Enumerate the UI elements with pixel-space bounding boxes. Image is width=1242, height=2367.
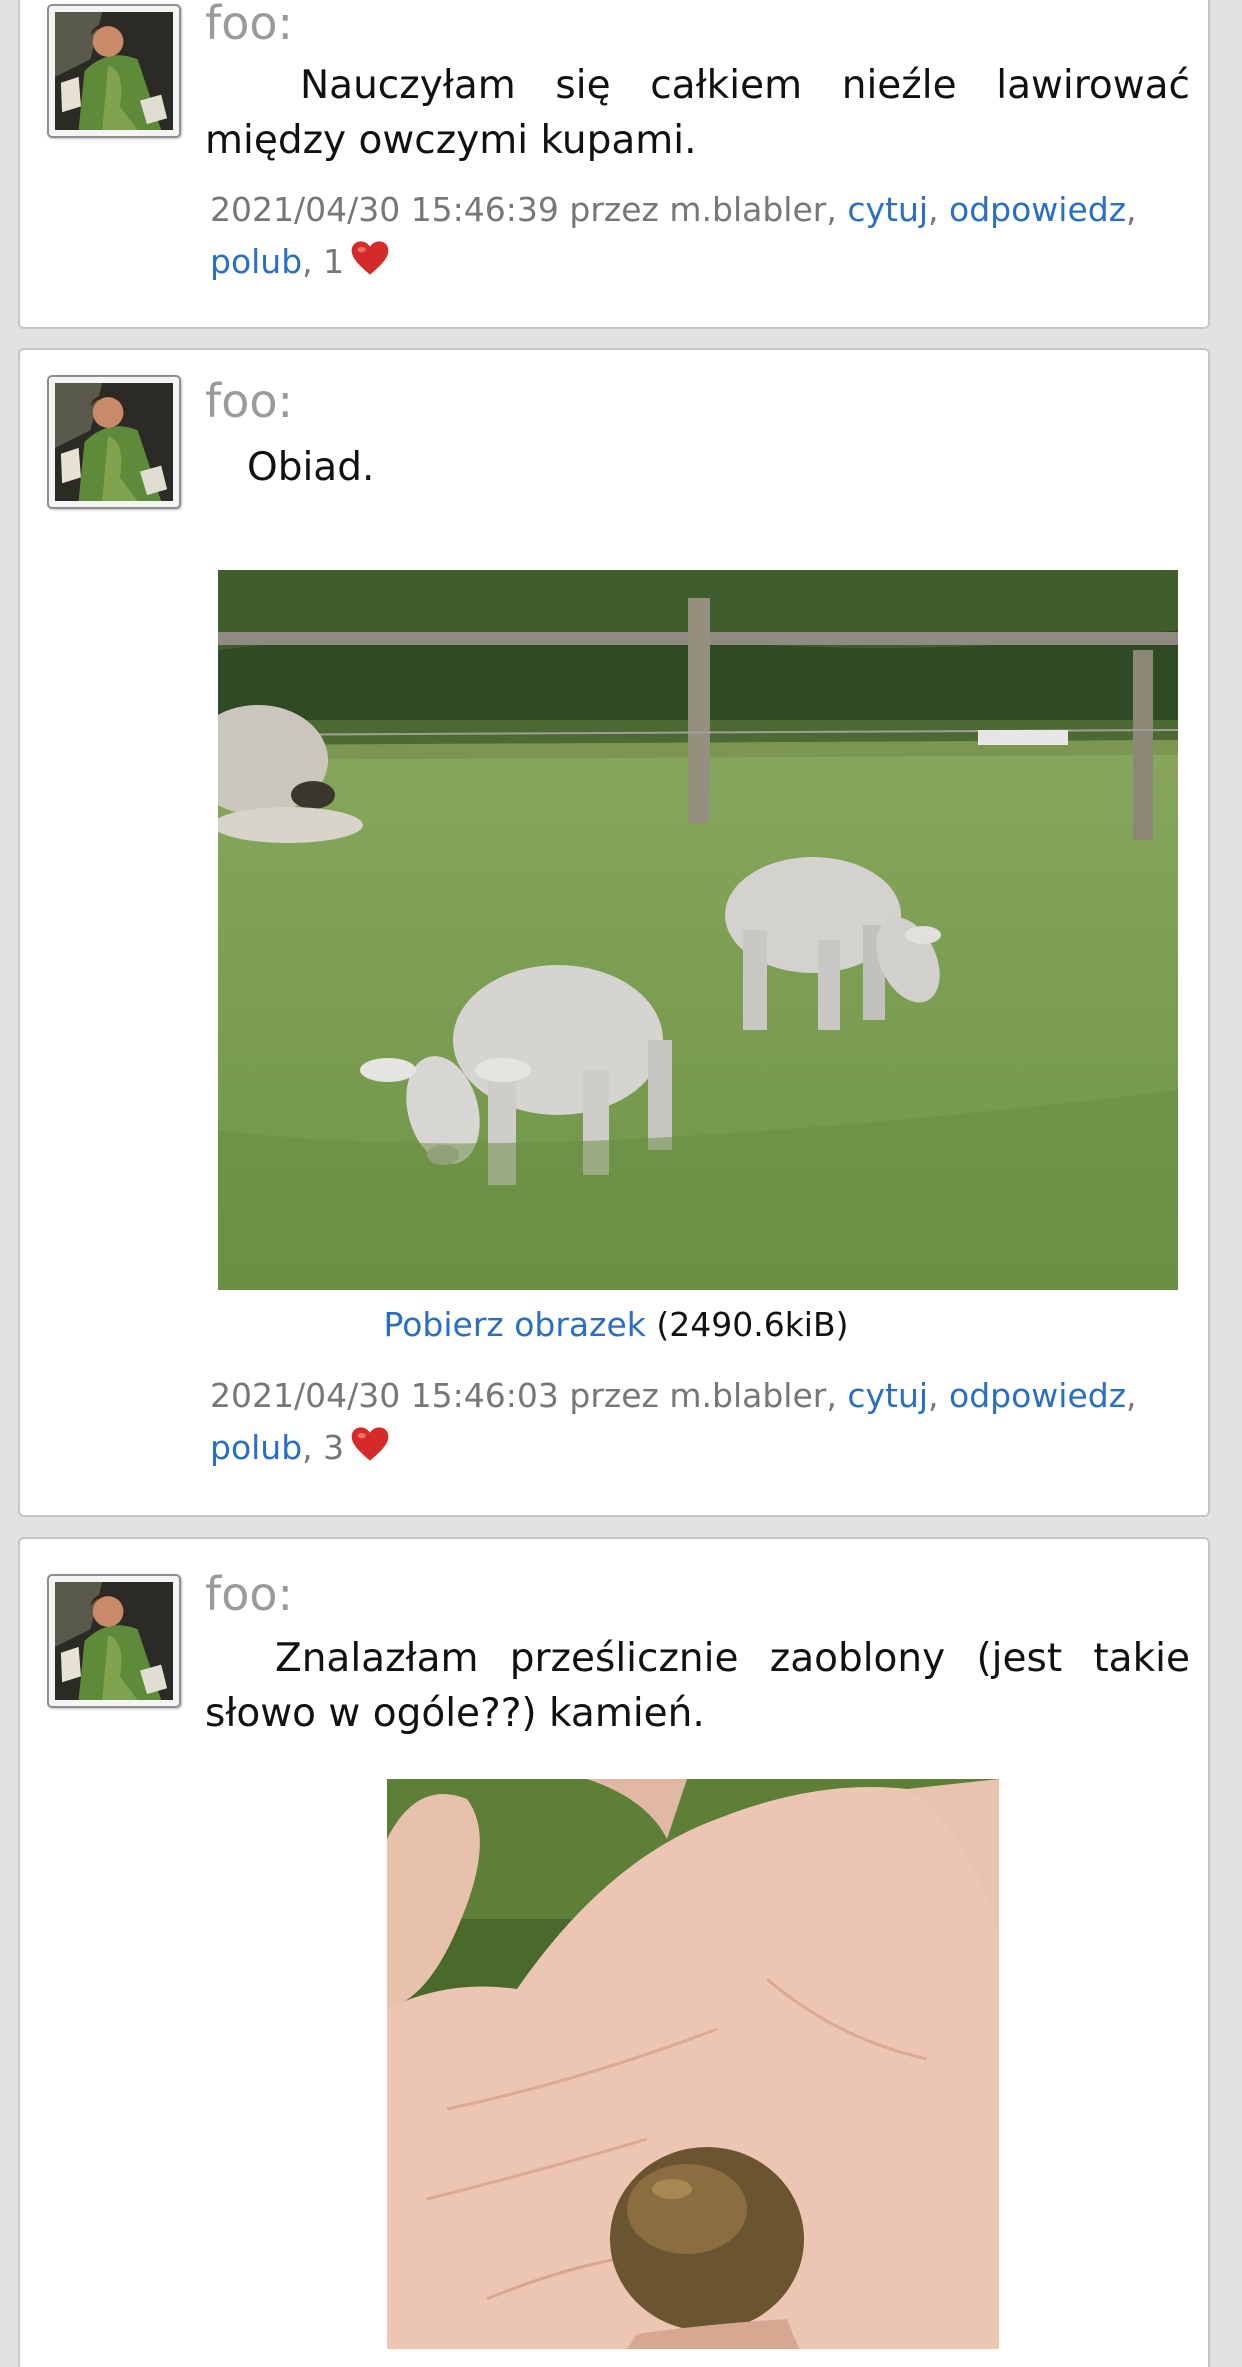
like-link[interactable]: polub: [210, 1428, 302, 1467]
post-username: m.blabler: [669, 1376, 827, 1415]
post-text: Znalazłam prześlicznie zaoblony (jest ta…: [205, 1636, 1190, 1736]
post-username: m.blabler: [669, 190, 827, 229]
heart-icon: [351, 241, 389, 275]
reply-link[interactable]: odpowiedz: [949, 1376, 1126, 1415]
post-author: foo:: [205, 374, 293, 428]
avatar[interactable]: [47, 375, 181, 509]
photo-stone[interactable]: [387, 1779, 999, 2349]
avatar-image: [55, 1582, 173, 1700]
post-text: Obiad.: [247, 445, 375, 490]
by-label: przez: [569, 1376, 659, 1415]
photo-lambs[interactable]: [218, 570, 1178, 1290]
post-author: foo:: [205, 0, 293, 50]
post-card: foo: Nauczyłam się całkiem nieźle lawiro…: [18, 0, 1210, 329]
post-timestamp: 2021/04/30 15:46:03: [210, 1376, 559, 1415]
post-card: foo: Obiad. Pobierz obrazek (2490.6kiB) …: [18, 348, 1210, 1517]
avatar-image: [55, 12, 173, 130]
post-meta: 2021/04/30 15:46:03 przez m.blabler, cyt…: [210, 1376, 1137, 1467]
image-size: (2490.6kiB): [656, 1305, 849, 1344]
like-count: 1: [323, 242, 345, 281]
post-meta: 2021/04/30 15:46:39 przez m.blabler, cyt…: [210, 190, 1137, 281]
download-image-link[interactable]: Pobierz obrazek: [383, 1305, 645, 1344]
image-download-row: Pobierz obrazek (2490.6kiB): [20, 1305, 1212, 1344]
post-text: Nauczyłam się całkiem nieźle lawirować m…: [205, 63, 1190, 163]
quote-link[interactable]: cytuj: [847, 190, 928, 229]
post-author: foo:: [205, 1567, 293, 1621]
by-label: przez: [569, 190, 659, 229]
avatar[interactable]: [47, 4, 181, 138]
reply-link[interactable]: odpowiedz: [949, 190, 1126, 229]
avatar[interactable]: [47, 1574, 181, 1708]
avatar-image: [55, 383, 173, 501]
post-card: foo: Znalazłam prześlicznie zaoblony (je…: [18, 1537, 1210, 2367]
like-count: 3: [323, 1428, 345, 1467]
quote-link[interactable]: cytuj: [847, 1376, 928, 1415]
heart-icon: [351, 1427, 389, 1461]
like-link[interactable]: polub: [210, 242, 302, 281]
post-timestamp: 2021/04/30 15:46:39: [210, 190, 559, 229]
